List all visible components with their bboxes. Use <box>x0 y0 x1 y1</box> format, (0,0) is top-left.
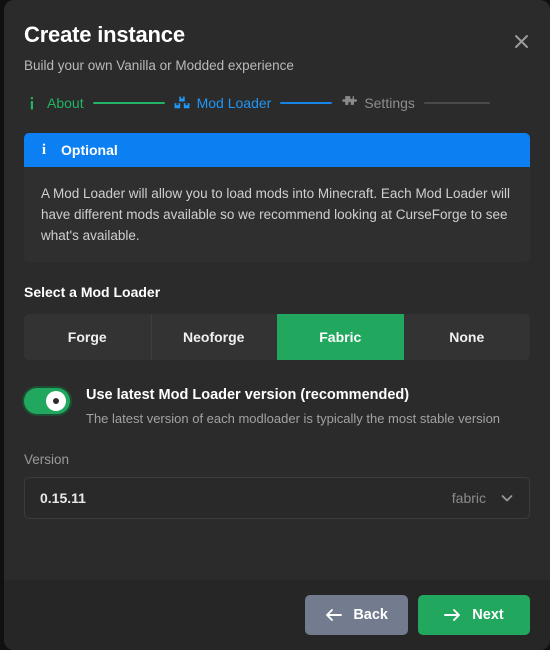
step-connector-2 <box>280 102 333 104</box>
use-latest-version-label: Use latest Mod Loader version (recommend… <box>86 387 410 403</box>
version-select[interactable]: 0.15.11 fabric <box>24 477 530 519</box>
toggle-knob <box>46 391 66 411</box>
info-icon: i <box>41 141 47 158</box>
info-banner-heading: Optional <box>61 142 118 158</box>
create-instance-dialog: Create instance Build your own Vanilla o… <box>4 0 550 650</box>
step-about[interactable]: About <box>24 95 84 111</box>
use-latest-version-toggle[interactable] <box>24 388 70 414</box>
arrow-right-icon <box>444 608 461 622</box>
wizard-stepper: About Mod Loader Settings <box>4 75 550 111</box>
boxes-icon <box>174 95 190 111</box>
step-settings[interactable]: Settings <box>341 95 415 111</box>
version-loader-suffix: fabric <box>451 490 486 506</box>
page-title: Create instance <box>24 22 185 47</box>
next-button-label: Next <box>472 607 504 623</box>
dialog-footer: Back Next <box>4 580 550 650</box>
use-latest-version-row: Use latest Mod Loader version (recommend… <box>24 385 530 428</box>
dialog-body: i Optional A Mod Loader will allow you t… <box>4 111 550 580</box>
page-subtitle: Build your own Vanilla or Modded experie… <box>24 58 294 73</box>
version-value: 0.15.11 <box>40 490 86 506</box>
use-latest-version-text: Use latest Mod Loader version (recommend… <box>86 385 500 428</box>
next-button[interactable]: Next <box>418 595 530 635</box>
optional-info-banner: i Optional A Mod Loader will allow you t… <box>24 133 530 262</box>
mod-loader-segmented-control: Forge Neoforge Fabric None <box>24 314 530 360</box>
back-button[interactable]: Back <box>305 595 408 635</box>
mod-loader-option-fabric[interactable]: Fabric <box>277 314 404 360</box>
step-connector-3 <box>423 102 490 104</box>
mod-loader-section-title: Select a Mod Loader <box>24 284 161 300</box>
dialog-header: Create instance Build your own Vanilla o… <box>4 0 550 75</box>
info-banner-body: A Mod Loader will allow you to load mods… <box>41 186 510 243</box>
puzzle-piece-icon <box>341 95 358 111</box>
close-icon[interactable] <box>508 28 534 54</box>
chevron-down-icon <box>499 490 515 506</box>
mod-loader-option-forge[interactable]: Forge <box>24 314 151 360</box>
use-latest-version-description: The latest version of each modloader is … <box>86 411 501 426</box>
step-mod-loader-label: Mod Loader <box>196 95 272 111</box>
info-icon <box>24 95 40 111</box>
step-about-label: About <box>47 95 84 111</box>
info-banner-header: i Optional <box>24 133 530 167</box>
step-mod-loader[interactable]: Mod Loader <box>174 95 272 111</box>
mod-loader-option-neoforge[interactable]: Neoforge <box>150 314 278 360</box>
version-field-label: Version <box>24 452 70 467</box>
step-connector-1 <box>92 102 165 104</box>
mod-loader-option-none[interactable]: None <box>404 314 531 360</box>
arrow-left-icon <box>325 608 343 622</box>
back-button-label: Back <box>353 607 388 623</box>
step-settings-label: Settings <box>364 95 415 111</box>
